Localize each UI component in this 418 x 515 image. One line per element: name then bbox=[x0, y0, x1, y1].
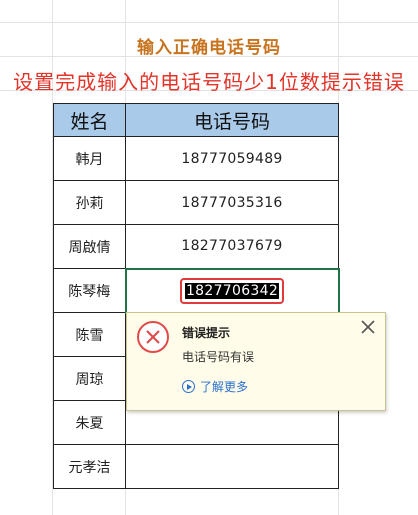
name-cell[interactable]: 朱夏 bbox=[53, 400, 126, 445]
table-row: 元孝洁 bbox=[53, 444, 339, 489]
table-row: 韩月 18777059489 bbox=[53, 136, 339, 181]
phone-cell[interactable]: 18777059489 bbox=[125, 136, 339, 181]
table-row: 周啟倩 18277037679 bbox=[53, 224, 339, 269]
name-cell[interactable]: 孙莉 bbox=[53, 180, 126, 225]
name-cell[interactable]: 陈琴梅 bbox=[53, 268, 126, 313]
table-row: 陈琴梅 1827706342 bbox=[53, 267, 340, 314]
name-cell[interactable]: 韩月 bbox=[53, 136, 126, 181]
table-row: 孙莉 18777035316 bbox=[53, 180, 339, 225]
page-title: 输入正确电话号码 bbox=[137, 38, 281, 58]
phone-cell[interactable]: 18777035316 bbox=[125, 180, 339, 225]
header-row: 姓名 电话号码 bbox=[53, 103, 339, 137]
phone-table: 姓名 电话号码 韩月 18777059489 孙莉 18777035316 周啟… bbox=[53, 103, 340, 489]
phone-cell[interactable]: 18277037679 bbox=[125, 224, 339, 269]
play-circle-icon bbox=[182, 380, 195, 393]
cell-edit-box[interactable]: 1827706342 bbox=[179, 277, 285, 304]
name-cell[interactable]: 陈雪 bbox=[53, 312, 126, 357]
header-name[interactable]: 姓名 bbox=[53, 103, 126, 137]
error-popup-message: 电话号码有误 bbox=[182, 350, 255, 364]
name-cell[interactable]: 周啟倩 bbox=[53, 224, 126, 269]
page-subtitle: 设置完成输入的电话号码少1位数提示错误 bbox=[13, 70, 405, 94]
learn-more-link[interactable]: 了解更多 bbox=[182, 378, 248, 395]
header-phone[interactable]: 电话号码 bbox=[125, 103, 339, 137]
error-popup: 错误提示 电话号码有误 了解更多 bbox=[126, 312, 386, 411]
learn-more-label: 了解更多 bbox=[200, 380, 249, 394]
error-popup-title: 错误提示 bbox=[182, 326, 231, 340]
name-cell[interactable]: 周琼 bbox=[53, 356, 126, 401]
active-phone-cell[interactable]: 1827706342 bbox=[124, 267, 340, 314]
error-x-icon bbox=[137, 321, 169, 353]
selected-phone-text[interactable]: 1827706342 bbox=[184, 282, 280, 299]
name-cell[interactable]: 元孝洁 bbox=[53, 444, 126, 489]
phone-cell[interactable] bbox=[125, 444, 339, 489]
close-icon[interactable] bbox=[358, 317, 378, 337]
